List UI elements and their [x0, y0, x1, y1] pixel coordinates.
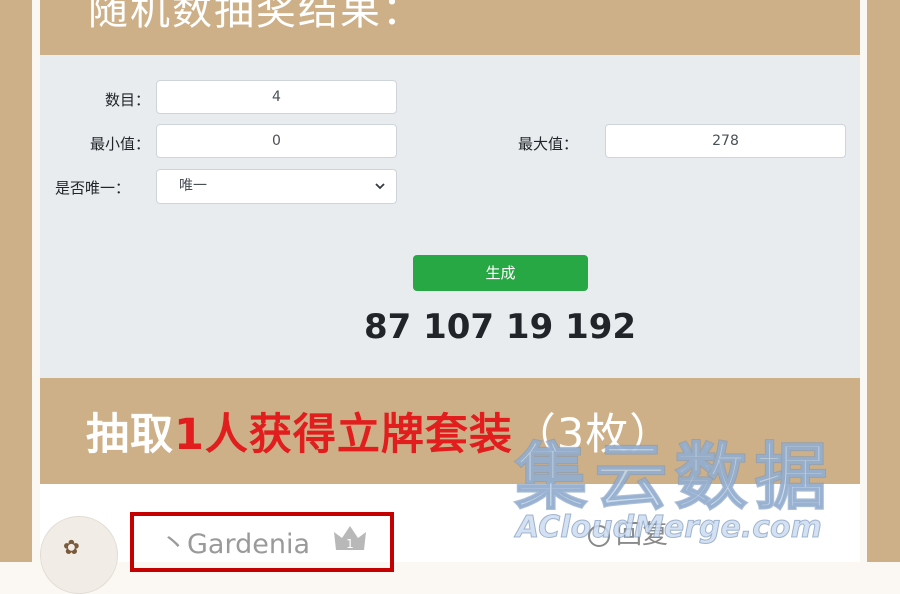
random-number-panel: 数目： 4 最小值： 0 最大值： 278 是否唯一： 唯一 生成 87 107… [40, 55, 860, 378]
min-input[interactable]: 0 [156, 124, 397, 158]
max-input[interactable]: 278 [605, 124, 846, 158]
crown-badge-icon: 1 [332, 524, 368, 552]
frame-left-border [0, 0, 32, 562]
unique-select-value: 唯一 [179, 178, 207, 194]
section-title-highlight: 1人获得立牌套装 [174, 410, 513, 460]
watermark-main: 集云数据 [514, 434, 836, 520]
top-banner-title: 随机数抽奖结果： [88, 0, 424, 34]
frame-right-border [867, 0, 900, 562]
count-input[interactable]: 4 [156, 80, 397, 114]
badge-number: 1 [346, 537, 354, 551]
highlight-box: 丶Gardenia 1 [130, 512, 394, 572]
result-numbers: 87 107 19 192 [363, 307, 637, 347]
generate-button[interactable]: 生成 [413, 255, 588, 291]
top-banner: 随机数抽奖结果： [40, 0, 860, 55]
max-label: 最大值： [517, 135, 578, 153]
unique-select[interactable]: 唯一 [156, 169, 397, 204]
min-label: 最小值： [89, 135, 150, 153]
count-label: 数目： [104, 91, 150, 109]
comment-username[interactable]: 丶Gardenia [160, 522, 310, 561]
chevron-down-icon [374, 170, 386, 216]
section-title-prefix: 抽取 [86, 410, 174, 460]
watermark-sub: ACloudMerge.com [516, 510, 823, 546]
avatar-illustration-icon: ✿ [63, 535, 80, 559]
avatar[interactable]: ✿ [40, 516, 118, 594]
unique-label: 是否唯一： [54, 179, 130, 197]
